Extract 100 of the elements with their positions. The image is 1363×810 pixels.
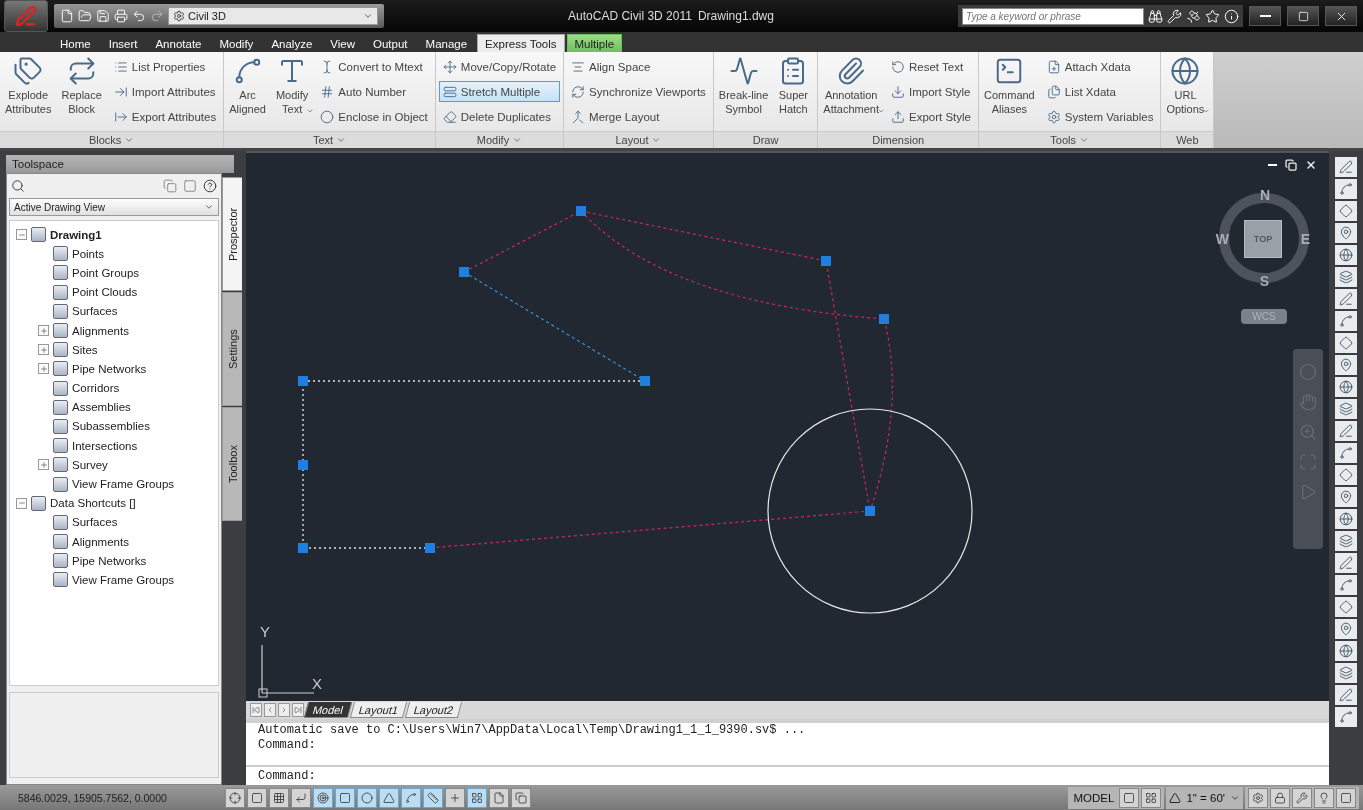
ribbon-button[interactable]: Annotation Attachment [821,54,885,129]
status-toggle-button[interactable] [225,787,245,808]
ribbon-button[interactable]: Replace Block [59,54,108,129]
curve-icon[interactable] [1339,710,1353,724]
layout-tab[interactable]: Model [303,702,353,718]
tree-item[interactable]: Alignments [10,532,218,552]
ribbon-button[interactable]: Import Style [887,81,975,102]
workspace-dropdown[interactable]: Civil 3D [168,7,378,25]
ribbon-button[interactable]: Modify Text [273,54,315,129]
square-icon[interactable] [1123,791,1136,804]
expand-icon[interactable] [38,325,49,337]
line-icon[interactable] [1339,424,1353,438]
ribbon-button[interactable]: System Variables [1042,106,1158,127]
curve-icon[interactable] [1339,446,1353,460]
ribbon-button[interactable]: Merge Layout [567,106,710,127]
globe-icon[interactable] [1339,512,1353,526]
status-toggle-button[interactable] [247,787,267,808]
globe-icon[interactable] [1339,248,1353,262]
ribbon-tab[interactable]: Output [365,34,416,52]
ribbon-button[interactable]: Export Style [887,106,975,127]
ribbon-button[interactable]: Command Aliases [982,54,1041,129]
tree-item[interactable]: Sites [10,340,218,360]
globe-icon[interactable] [1339,380,1353,394]
panel-title-bar[interactable]: Modify [435,131,564,148]
tree-item[interactable]: View Frame Groups [10,474,218,494]
panel-title-bar[interactable]: Tools [979,131,1161,148]
tree-item[interactable]: Point Groups [10,263,218,283]
layout-tab[interactable]: Layout1 [349,702,408,718]
status-toggle-button[interactable] [489,787,509,808]
ribbon-button[interactable]: Convert to Mtext [316,56,432,77]
ribbon-tab[interactable]: Express Tools [477,34,565,52]
curve-icon[interactable] [1339,182,1353,196]
close-button[interactable] [1325,6,1357,26]
ribbon-tab[interactable]: Insert [100,34,146,52]
curve-icon[interactable] [1339,578,1353,592]
search-field[interactable]: Type a keyword or phrase [962,7,1144,25]
ribbon-button[interactable]: Attach Xdata [1042,56,1158,77]
ribbon-button[interactable]: Align Space [567,56,710,77]
line-icon[interactable] [1339,556,1353,570]
line-icon[interactable] [1339,292,1353,306]
lock-icon[interactable] [1274,791,1286,804]
ribbon-tab[interactable]: Modify [211,34,262,52]
status-toggle-button[interactable] [379,787,399,808]
tree-item[interactable]: Subassemblies [10,416,218,437]
tree-item[interactable]: Data Shortcuts [] [10,493,218,513]
curve-icon[interactable] [1339,314,1353,328]
pin-icon[interactable] [1339,622,1353,636]
minimize-button[interactable] [1249,6,1281,26]
ribbon-tab[interactable]: Manage [417,34,476,52]
tree-item[interactable]: Surfaces [10,301,218,321]
side-tab[interactable]: Settings [222,292,242,406]
side-tab[interactable]: Prospector [222,177,242,291]
application-button[interactable] [4,0,48,32]
tree-item[interactable]: View Frame Groups [10,570,218,590]
ribbon-button[interactable]: Export Attributes [109,106,221,127]
panel-title-bar[interactable]: Blocks [0,131,224,148]
layers-icon[interactable] [1339,402,1353,416]
tree-item[interactable]: Intersections [10,436,218,456]
ribbon-button[interactable]: Enclose in Object [316,106,432,127]
grid-icon[interactable] [1145,791,1158,804]
ribbon-button[interactable]: List Properties [109,56,221,77]
layout-tab[interactable]: Layout2 [405,702,463,718]
expand-icon[interactable] [38,363,49,375]
tree-item[interactable]: Assemblies [10,397,218,417]
line-icon[interactable] [1339,160,1353,174]
status-toggle-button[interactable] [423,787,443,808]
restore-icon[interactable] [1285,159,1297,171]
layers-icon[interactable] [1339,534,1353,548]
lightbulb-icon[interactable] [1318,791,1330,804]
close-icon[interactable] [1305,159,1317,171]
tree-item[interactable]: Points [10,244,218,264]
ribbon-button[interactable]: Break-line Symbol [716,54,775,129]
gear-icon[interactable] [1252,791,1264,804]
pin-icon[interactable] [1339,358,1353,372]
ribbon-button[interactable]: List Xdata [1042,81,1158,102]
status-toggle-button[interactable] [467,787,487,808]
diamond-icon[interactable] [1339,336,1353,350]
ribbon-button[interactable]: Reset Text [887,56,975,77]
ribbon-tab[interactable]: Annotate [147,34,210,52]
layers-icon[interactable] [1339,270,1353,284]
ribbon-button[interactable]: Arc Aligned [227,54,272,129]
expand-icon[interactable] [38,344,49,356]
status-toggle-button[interactable] [511,787,531,808]
status-toggle-button[interactable] [269,787,289,808]
diamond-icon[interactable] [1339,600,1353,614]
panel-title-bar[interactable]: Text [224,131,435,148]
tree-item[interactable]: Alignments [10,320,218,341]
ribbon-tab[interactable]: View [322,34,363,52]
status-toggle-button[interactable] [357,787,377,808]
pin-icon[interactable] [1339,490,1353,504]
line-icon[interactable] [1339,688,1353,702]
tree-item[interactable]: Survey [10,455,218,475]
ribbon-button[interactable]: Stretch Multiple [438,81,561,102]
pin-icon[interactable] [1339,226,1353,240]
tree-item[interactable]: Surfaces [10,512,218,532]
wrench-icon[interactable] [1296,791,1308,804]
tree-item[interactable]: Drawing1 [10,225,218,245]
collapse-icon[interactable] [16,229,27,241]
globe-icon[interactable] [1339,644,1353,658]
ribbon-button[interactable]: Super Hatch [776,54,815,129]
